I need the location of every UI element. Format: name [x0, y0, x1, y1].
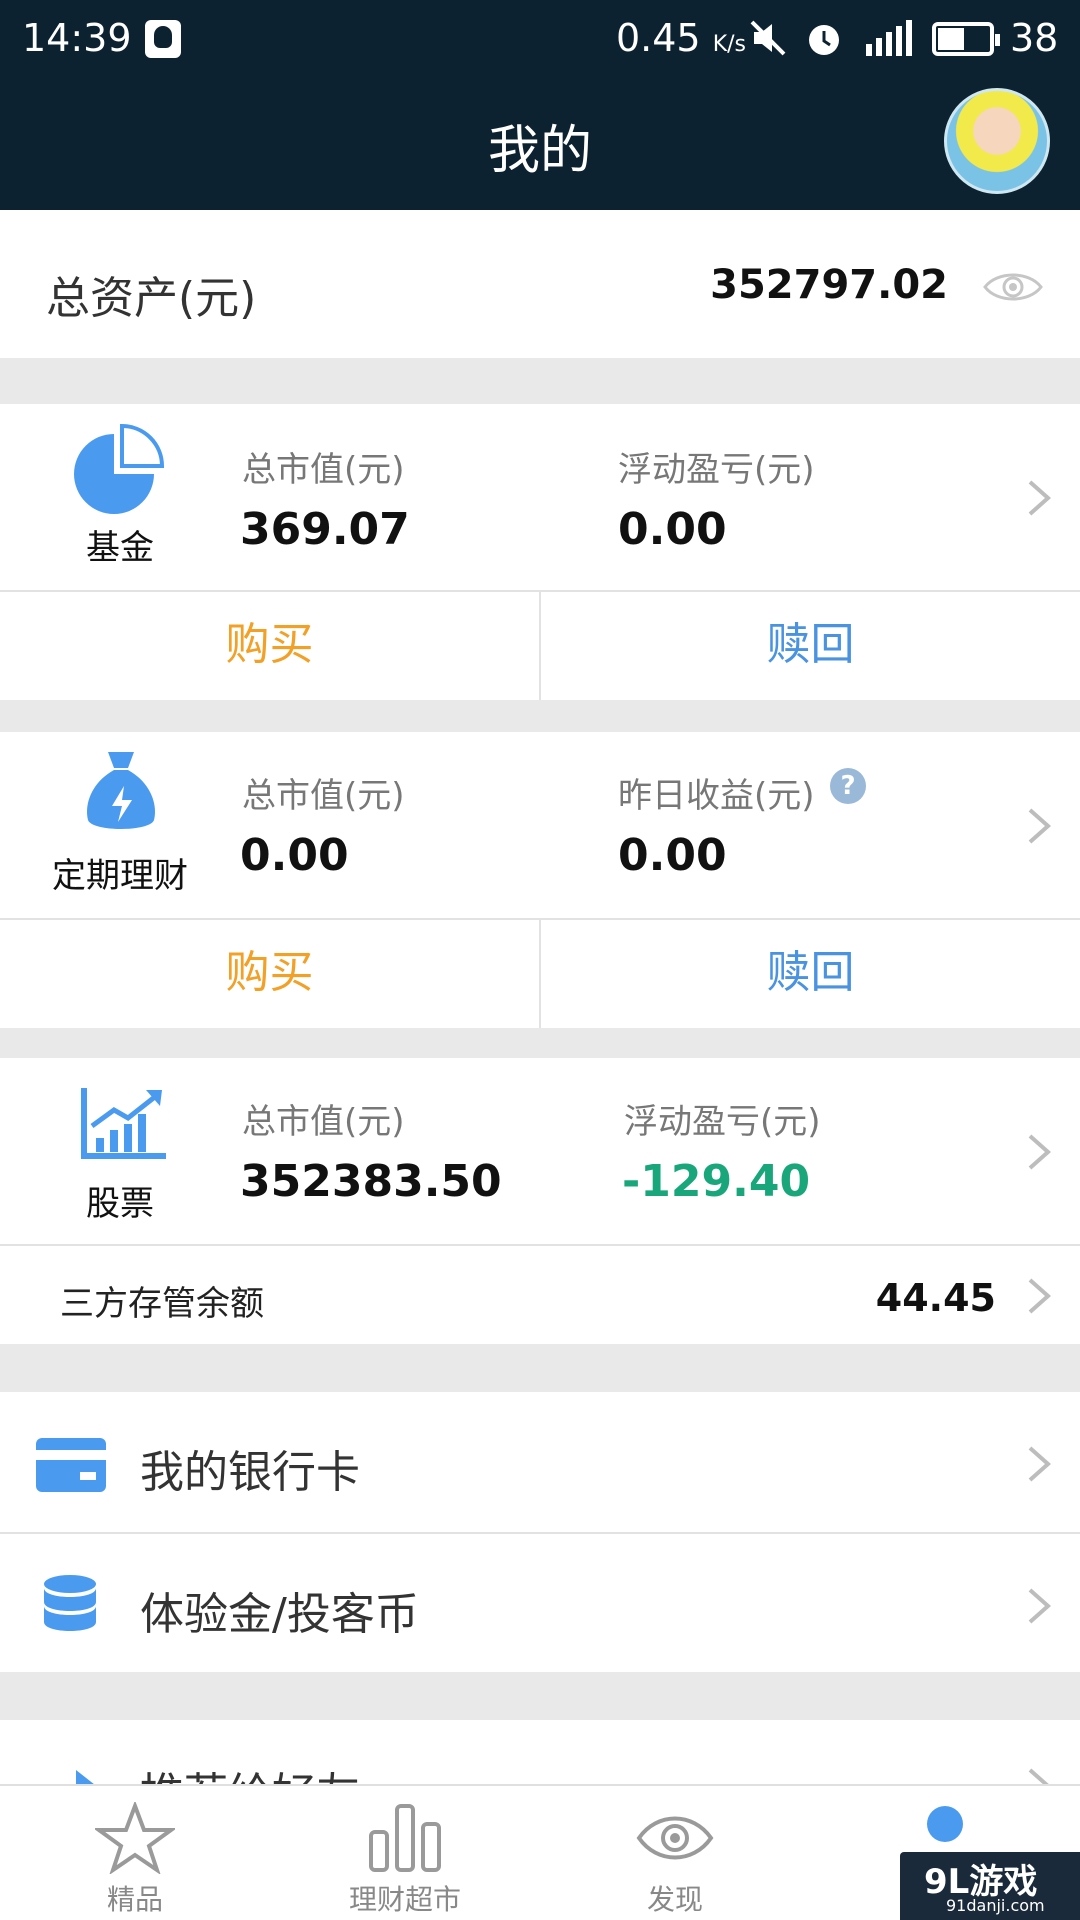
avatar[interactable]: [944, 88, 1050, 194]
stock-market-value-label: 总市值(元): [242, 1102, 405, 1142]
fund-redeem-button[interactable]: 赎回: [541, 592, 1080, 698]
third-party-chevron-right-icon[interactable]: [1024, 1276, 1054, 1316]
eye-icon: [636, 1816, 714, 1860]
tab-finance-market[interactable]: 理财超市: [270, 1786, 540, 1920]
recommend-label: 推荐给好友: [140, 1758, 360, 1784]
help-icon[interactable]: ?: [830, 768, 866, 804]
third-party-balance-label: 三方存管余额: [60, 1284, 264, 1324]
mute-icon: [750, 20, 786, 56]
fund-market-value: 369.07: [240, 504, 410, 555]
fund-name: 基金: [86, 528, 154, 568]
star-icon: [95, 1802, 175, 1874]
trial-gold-label: 体验金/投客币: [140, 1589, 419, 1640]
tab-featured[interactable]: 精品: [0, 1786, 270, 1920]
recommend-chevron-right-icon[interactable]: [1024, 1766, 1054, 1784]
fixed-redeem-button[interactable]: 赎回: [541, 920, 1080, 1026]
stock-market-value: 352383.50: [240, 1156, 502, 1207]
app-header: 14:39 0.45 K/s 38 我的: [0, 0, 1080, 210]
fund-floating-pl: 0.00: [618, 504, 727, 555]
tab-featured-label: 精品: [106, 1883, 163, 1916]
share-icon: [36, 1770, 94, 1784]
network-speed: 0.45 K/s: [616, 16, 747, 60]
bank-card-icon: [36, 1438, 106, 1492]
fixed-name: 定期理财: [52, 856, 188, 896]
bank-card-chevron-right-icon[interactable]: [1024, 1444, 1054, 1484]
coin-stack-icon: [44, 1575, 96, 1631]
stock-floating-pl: -129.40: [622, 1156, 811, 1207]
site-watermark: 9L游戏 91danji.com: [900, 1852, 1080, 1920]
battery-level: 38: [1010, 16, 1059, 60]
total-assets-label: 总资产(元): [46, 273, 257, 324]
fixed-buy-button[interactable]: 购买: [0, 920, 539, 1026]
money-bag-icon: [87, 752, 155, 829]
tab-discover[interactable]: 发现: [540, 1786, 810, 1920]
fixed-market-value-label: 总市值(元): [242, 776, 405, 816]
stock-chart-icon: [81, 1088, 166, 1159]
bank-card-label: 我的银行卡: [140, 1447, 360, 1498]
battery-icon: [932, 22, 1000, 56]
fund-chevron-right-icon[interactable]: [1024, 478, 1054, 518]
recommend-row[interactable]: 推荐给好友: [0, 1720, 1080, 1784]
signal-4g-icon: [866, 20, 912, 56]
alarm-icon: [809, 25, 839, 55]
qq-notification-icon: [145, 20, 181, 58]
stock-chevron-right-icon[interactable]: [1024, 1132, 1054, 1172]
fund-buy-button[interactable]: 购买: [0, 592, 539, 698]
eye-visibility-icon[interactable]: [983, 268, 1043, 306]
trial-gold-chevron-right-icon[interactable]: [1024, 1586, 1054, 1626]
third-party-balance-value: 44.45: [875, 1276, 996, 1320]
stock-name: 股票: [86, 1184, 154, 1224]
watermark-url: 91danji.com: [946, 1896, 1045, 1915]
fixed-yesterday-income: 0.00: [618, 830, 727, 881]
fund-floating-pl-label: 浮动盈亏(元): [618, 450, 815, 490]
fund-market-value-label: 总市值(元): [242, 450, 405, 490]
status-bar: 14:39 0.45 K/s 38: [0, 0, 1080, 80]
pie-chart-icon: [74, 424, 164, 514]
bar-chart-icon: [369, 1804, 441, 1872]
fixed-chevron-right-icon[interactable]: [1024, 806, 1054, 846]
tab-finance-market-label: 理财超市: [348, 1883, 461, 1916]
fixed-market-value: 0.00: [240, 830, 349, 881]
fixed-yesterday-income-label: 昨日收益(元): [618, 776, 815, 816]
tab-discover-label: 发现: [646, 1883, 703, 1916]
page-title: 我的: [487, 121, 592, 181]
stock-floating-pl-label: 浮动盈亏(元): [624, 1102, 821, 1142]
total-assets-value: 352797.02: [710, 262, 948, 308]
status-time: 14:39: [22, 16, 132, 60]
